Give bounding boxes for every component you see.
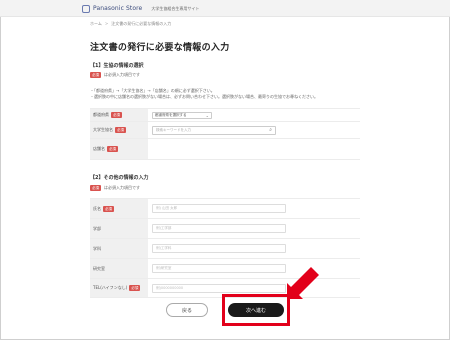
brand-name: Panasonic Store: [93, 5, 143, 12]
lab-input[interactable]: 例)研究室: [152, 264, 286, 273]
store-field[interactable]: [148, 139, 360, 159]
section1-notes: ・「都道府県」→「大学生協名」→「店舗名」の順に必ず選択下さい。 ・選択肢の中に…: [90, 88, 318, 100]
breadcrumb-home[interactable]: ホーム: [90, 21, 102, 27]
faculty-input[interactable]: 例)工学部: [152, 224, 286, 233]
required-badge: 必須: [115, 127, 126, 133]
field-label: 研究室: [90, 259, 148, 278]
section2-required-note: 必須 は必須入力項目です: [90, 185, 140, 191]
field-label: 学科: [90, 239, 148, 258]
department-input[interactable]: 例)工学科: [152, 244, 286, 253]
coop-search-input[interactable]: 検索キーワードを入力 ⌕: [152, 125, 276, 135]
breadcrumb-separator: >: [104, 21, 109, 26]
form-row-department: 学科 例)工学科: [90, 238, 360, 258]
field-label: 都道府県 必須: [90, 109, 148, 121]
name-input[interactable]: 例) 山田 太郎: [152, 204, 286, 213]
field-label: 大学生協名 必須: [90, 122, 148, 138]
form-row-coop-name: 大学生協名 必須 検索キーワードを入力 ⌕: [90, 121, 360, 138]
field-label: TEL(ハイフンなし) 必須: [90, 279, 148, 297]
section1-required-note: 必須 は必須入力項目です: [90, 72, 140, 78]
required-badge: 必須: [107, 146, 118, 152]
section1-form: 都道府県 必須 都道府県を選択する ⌄ 大学生協名 必須 検索キーワードを入力 …: [90, 108, 360, 160]
field-label: 店舗名 必須: [90, 139, 148, 159]
highlight-box: [222, 294, 290, 326]
required-badge: 必須: [103, 205, 114, 212]
form-row-store: 店舗名 必須: [90, 138, 360, 160]
prefecture-select[interactable]: 都道府県を選択する ⌄: [152, 111, 212, 119]
form-row-prefecture: 都道府県 必須 都道府県を選択する ⌄: [90, 108, 360, 121]
red-arrow-icon: [287, 267, 319, 299]
search-icon[interactable]: ⌕: [269, 127, 272, 133]
form-row-name: 氏名 必須 例) 山田 太郎: [90, 198, 360, 218]
site-header: Panasonic Store 大学生協組合生専用サイト: [0, 0, 450, 17]
field-label: 学部: [90, 219, 148, 238]
required-note-text: は必須入力項目です: [104, 185, 140, 190]
section1-title: 【1】生協の情報の選択: [90, 63, 144, 69]
page-title: 注文書の発行に必要な情報の入力: [90, 43, 230, 53]
required-note-text: は必須入力項目です: [104, 72, 140, 77]
field-label: 氏名 必須: [90, 199, 148, 218]
required-badge: 必須: [90, 185, 101, 191]
note-line: ・選択肢の中に店舗名の選択肢がない場合は、必ずお問い合わせ下さい。選択肢がない場…: [90, 94, 318, 99]
breadcrumb-current: 注文書の発行に必要な情報の入力: [111, 21, 172, 26]
chevron-down-icon: ⌄: [205, 112, 209, 118]
required-badge: 必須: [111, 112, 122, 118]
required-badge: 必須: [129, 285, 141, 291]
brand[interactable]: Panasonic Store 大学生協組合生専用サイト: [82, 3, 199, 14]
breadcrumb: ホーム > 注文書の発行に必要な情報の入力: [90, 21, 171, 27]
form-row-faculty: 学部 例)工学部: [90, 218, 360, 238]
required-badge: 必須: [90, 72, 101, 78]
brand-subtitle: 大学生協組合生専用サイト: [151, 5, 200, 11]
panasonic-logo-icon: [82, 4, 90, 13]
tel-input[interactable]: 例)0000000000: [152, 283, 286, 293]
section2-title: 【2】その他の情報の入力: [90, 175, 149, 181]
back-button[interactable]: 戻る: [166, 303, 208, 317]
